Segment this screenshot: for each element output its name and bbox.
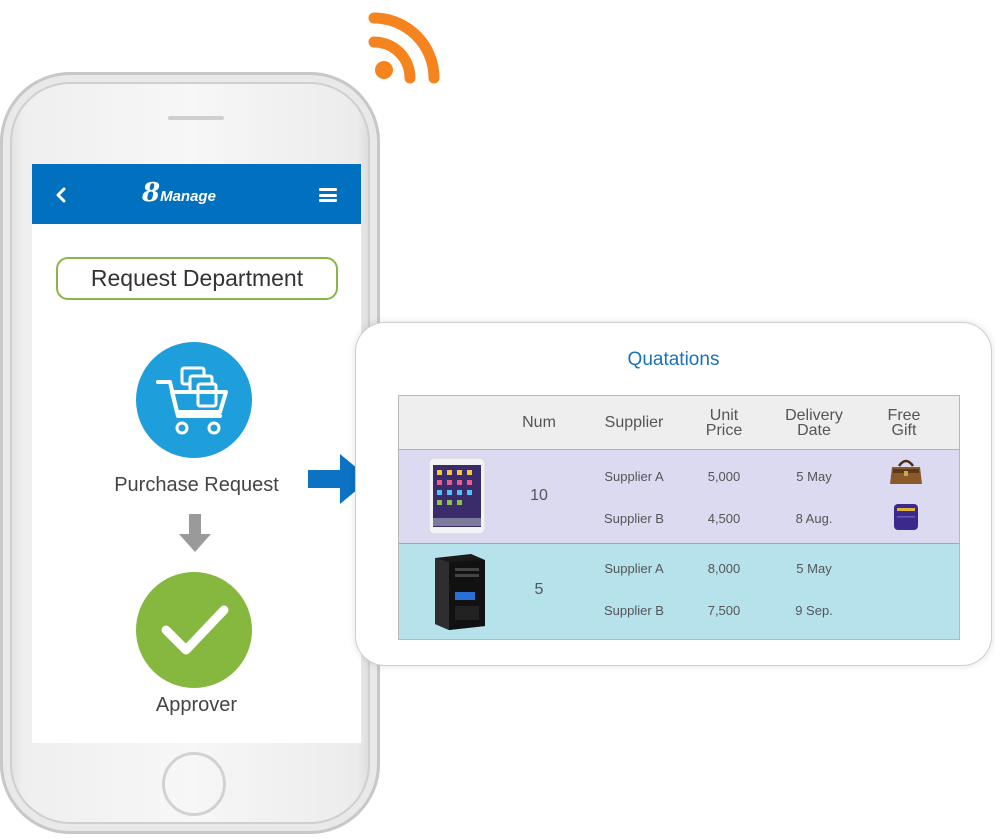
row-num: 5 — [534, 581, 544, 598]
header-delivery-line2: Date — [797, 421, 831, 439]
purple-bag-icon — [894, 504, 918, 530]
brand-logo: 8Manage — [142, 178, 262, 212]
header-unit-price-line1: Unit — [709, 406, 739, 424]
header-unit-price-line2: Price — [705, 421, 743, 439]
header-gift-line1: Free — [887, 406, 921, 424]
brown-handbag-icon — [890, 459, 922, 484]
quotations-card: Quatations Num Supplier Unit Price Deliv… — [355, 322, 992, 666]
price-cell: 7,500 — [707, 603, 741, 618]
date-cell: 5 May — [796, 561, 832, 576]
price-cell: 5,000 — [707, 469, 741, 484]
date-cell: 5 May — [796, 469, 832, 484]
checkmark-icon — [136, 572, 252, 688]
price-cell: 4,500 — [707, 511, 741, 526]
row-num: 10 — [530, 487, 548, 504]
quotations-table: Num Supplier Unit Price Delivery Date Fr… — [398, 395, 960, 640]
shopping-cart-icon — [136, 342, 252, 458]
header-supplier: Supplier — [604, 414, 664, 431]
header-gift-line2: Gift — [891, 421, 917, 439]
home-button[interactable] — [162, 752, 226, 816]
header-num: Num — [522, 414, 556, 431]
desktop-tower-image-icon — [435, 554, 485, 630]
request-department-box[interactable]: Request Department — [56, 257, 338, 300]
supplier-cell: Supplier A — [604, 561, 664, 576]
supplier-cell: Supplier B — [604, 603, 664, 618]
table-row[interactable]: 5 Supplier A 8,000 5 May Supplier B 7,50… — [399, 544, 959, 639]
header-unit-price: Unit Price — [684, 396, 764, 449]
hamburger-menu-icon[interactable] — [319, 188, 337, 202]
quotations-title: Quatations — [627, 349, 720, 370]
brand-word: Manage — [160, 188, 216, 205]
header-delivery-line1: Delivery — [785, 406, 843, 424]
chevron-left-icon[interactable] — [54, 186, 68, 204]
wifi-signal-icon — [368, 12, 440, 84]
supplier-cell: Supplier A — [604, 469, 664, 484]
app-header: 8Manage — [32, 164, 361, 224]
phone-speaker — [168, 116, 224, 120]
header-free-gift: Free Gift — [864, 396, 944, 449]
table-row[interactable]: 10 Supplier A 5,000 5 May Supplier B 4,5… — [399, 450, 959, 544]
price-cell: 8,000 — [707, 561, 741, 576]
header-delivery-date: Delivery Date — [764, 396, 864, 449]
date-cell: 8 Aug. — [795, 511, 833, 526]
approver-label: Approver — [155, 694, 238, 716]
supplier-cell: Supplier B — [604, 511, 664, 526]
date-cell: 9 Sep. — [795, 603, 833, 618]
tablet-image-icon — [429, 458, 485, 534]
arrow-down-icon — [179, 514, 211, 552]
table-header: Num Supplier Unit Price Delivery Date Fr… — [399, 396, 959, 450]
brand-number: 8 — [142, 178, 161, 208]
